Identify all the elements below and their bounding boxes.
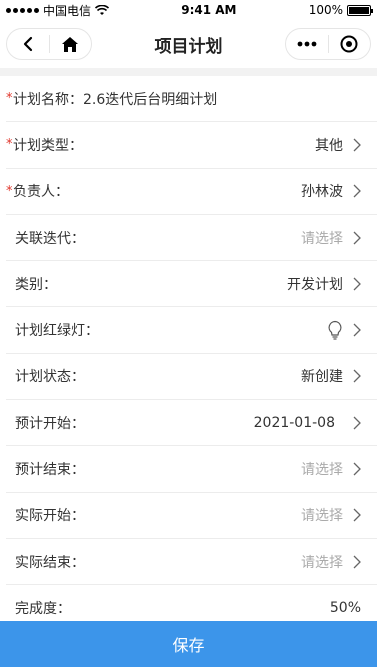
traffic-light-label: 计划红绿灯： [15,323,99,340]
chevron-left-icon [23,36,32,52]
battery-percent: 100% [308,3,343,17]
more-button[interactable] [286,29,328,59]
owner-value: 孙林波 [301,184,343,201]
actual-end-row[interactable]: 实际结束： 请选择 [6,539,377,586]
actual-start-label: 实际开始： [15,508,85,525]
more-dots-icon [297,41,317,47]
plan-start-row[interactable]: 预计开始： 2021-01-08 [6,400,377,447]
plan-end-row[interactable]: 预计结束： 请选择 [6,446,377,493]
lightbulb-icon [327,320,343,340]
save-button[interactable]: 保存 [0,621,377,667]
chevron-right-icon [349,369,361,383]
status-bar: 中国电信 9:41 AM 100% [0,0,377,20]
actual-end-value: 请选择 [301,554,343,571]
actual-start-value: 请选择 [301,508,343,525]
plan-type-row[interactable]: * 计划类型： 其他 [6,122,377,169]
iteration-value: 请选择 [301,230,343,247]
target-icon [340,35,358,53]
category-value: 开发计划 [287,276,343,293]
plan-end-label: 预计结束： [15,462,85,479]
close-button[interactable] [329,29,371,59]
wifi-icon [95,4,110,15]
plan-start-label: 预计开始： [15,415,85,432]
plan-form: * 计划名称： 2.6迭代后台明细计划 * 计划类型： 其他 * 负责人： 孙林… [0,76,377,632]
actual-start-row[interactable]: 实际开始： 请选择 [6,493,377,539]
plan-name-row[interactable]: * 计划名称： 2.6迭代后台明细计划 [6,76,377,123]
battery-icon [347,4,373,16]
chevron-right-icon [349,508,361,522]
home-icon [62,36,79,52]
chevron-right-icon [349,555,361,569]
owner-row[interactable]: * 负责人： 孙林波 [6,169,377,215]
progress-value[interactable]: 50% [330,600,361,616]
nav-bar: 项目计划 [0,20,377,68]
chevron-right-icon [349,231,361,245]
required-mark: * [6,91,13,107]
plan-type-value: 其他 [315,137,343,154]
iteration-row[interactable]: 关联迭代： 请选择 [6,215,377,262]
section-divider [0,68,377,76]
plan-end-value: 请选择 [301,462,343,479]
plan-name-label: 计划名称： [13,91,83,108]
signal-icon [6,7,39,13]
nav-capsule-right [285,28,371,60]
home-button[interactable] [50,29,92,59]
status-value: 新创建 [301,369,343,386]
category-row[interactable]: 类别： 开发计划 [6,261,377,308]
chevron-right-icon [349,416,361,430]
owner-label: 负责人： [13,184,69,201]
carrier-label: 中国电信 [43,3,92,18]
category-label: 类别： [15,276,57,293]
back-button[interactable] [7,29,49,59]
battery-fill [349,6,369,14]
plan-start-value: 2021-01-08 [253,414,335,431]
traffic-light-row[interactable]: 计划红绿灯： [6,307,377,354]
chevron-right-icon [349,323,361,337]
plan-type-label: 计划类型： [13,137,83,154]
actual-end-label: 实际结束： [15,554,85,571]
status-left: 中国电信 [6,2,110,19]
progress-label: 完成度： [15,601,71,618]
status-label: 计划状态： [15,369,85,386]
chevron-right-icon [349,277,361,291]
status-row[interactable]: 计划状态： 新创建 [6,354,377,401]
plan-name-value[interactable]: 2.6迭代后台明细计划 [83,89,217,109]
chevron-right-icon [349,138,361,152]
chevron-right-icon [349,462,361,476]
chevron-right-icon [349,184,361,198]
required-mark: * [6,137,13,153]
nav-capsule-left [6,28,92,60]
status-right: 100% [308,3,373,17]
page-title: 项目计划 [154,36,223,57]
iteration-label: 关联迭代： [15,230,85,247]
required-mark: * [6,183,13,199]
status-time: 9:41 AM [181,3,237,17]
